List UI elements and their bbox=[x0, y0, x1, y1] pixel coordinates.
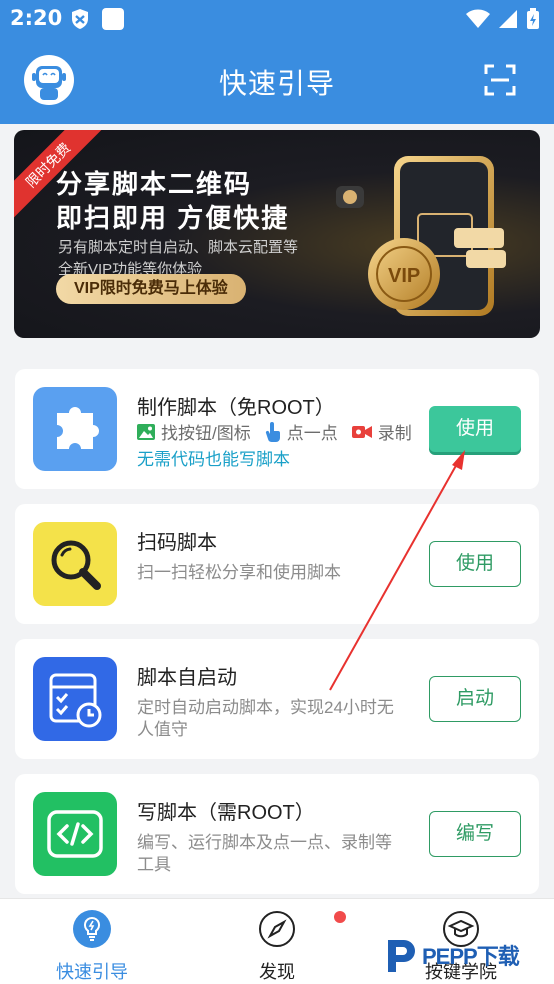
vip-free-trial-button[interactable]: VIP限时免费马上体验 bbox=[56, 274, 246, 304]
card-make-script[interactable]: 制作脚本（免ROOT） 找按钮/图标 点一点 录制 无需代码也能写脚本 使用 bbox=[15, 369, 539, 489]
tab-quick-guide[interactable]: 快速引导 bbox=[32, 909, 152, 984]
feature-tap: 点一点 bbox=[286, 424, 338, 443]
card-title: 制作脚本（免ROOT） bbox=[137, 397, 335, 419]
card-auto-start[interactable]: 脚本自启动 定时自动启动脚本，实现24小时无人值守 启动 bbox=[15, 639, 539, 759]
start-auto-button[interactable]: 启动 bbox=[429, 676, 521, 722]
tab-discover[interactable]: 发现 bbox=[217, 909, 337, 984]
shield-icon bbox=[72, 9, 88, 29]
status-time: 2:20 bbox=[10, 6, 63, 30]
card-description: 扫一扫轻松分享和使用脚本 bbox=[137, 563, 341, 582]
pepp-logo-icon bbox=[388, 940, 415, 972]
svg-text:VIP: VIP bbox=[388, 265, 420, 287]
card-description: 定时自动启动脚本，实现24小时无人值守 bbox=[137, 698, 394, 739]
signal-icon bbox=[499, 10, 517, 28]
battery-icon bbox=[527, 8, 539, 29]
card-description: 编写、运行脚本及点一点、录制等工具 bbox=[137, 833, 392, 874]
card-scan-script[interactable]: 扫码脚本 扫一扫轻松分享和使用脚本 使用 bbox=[15, 504, 539, 624]
vip-banner[interactable]: 限时免费 分享脚本二维码 即扫即用 方便快捷 另有脚本定时自启动、脚本云配置等 … bbox=[14, 130, 540, 338]
compass-icon bbox=[259, 911, 295, 947]
tap-hand-icon bbox=[265, 421, 280, 442]
card-title: 脚本自启动 bbox=[137, 667, 237, 689]
pepp-watermark: PEPP下载 bbox=[384, 936, 520, 974]
use-scan-script-button[interactable]: 使用 bbox=[429, 541, 521, 587]
image-icon bbox=[137, 423, 155, 440]
tab-label: 发现 bbox=[259, 962, 295, 982]
lightbulb-icon bbox=[73, 910, 111, 948]
feature-find-button: 找按钮/图标 bbox=[161, 424, 251, 443]
puzzle-icon bbox=[33, 387, 117, 471]
notification-dot bbox=[334, 911, 346, 923]
record-video-icon bbox=[351, 425, 372, 438]
tab-label: 快速引导 bbox=[56, 962, 128, 982]
magnifier-icon bbox=[33, 522, 117, 606]
status-bar: 2:20 bbox=[0, 0, 554, 38]
banner-title-line1: 分享脚本二维码 bbox=[56, 169, 253, 199]
watermark-text: PEPP下载 bbox=[422, 944, 520, 969]
no-code-link[interactable]: 无需代码也能写脚本 bbox=[137, 445, 290, 470]
page-title: 快速引导 bbox=[218, 68, 335, 99]
schedule-clock-icon bbox=[33, 657, 117, 741]
notification-icon bbox=[102, 8, 124, 30]
code-icon bbox=[33, 792, 117, 876]
write-script-button[interactable]: 编写 bbox=[429, 811, 521, 857]
card-title: 扫码脚本 bbox=[137, 532, 217, 554]
scan-icon[interactable] bbox=[484, 64, 516, 96]
app-header: 快速引导 bbox=[0, 38, 554, 124]
banner-title-line2: 即扫即用 方便快捷 bbox=[56, 203, 290, 233]
card-write-script[interactable]: 写脚本（需ROOT） 编写、运行脚本及点一点、录制等工具 编写 bbox=[15, 774, 539, 894]
use-make-script-button[interactable]: 使用 bbox=[429, 406, 521, 452]
feature-record: 录制 bbox=[377, 424, 412, 443]
feature-row: 找按钮/图标 点一点 录制 bbox=[137, 419, 412, 444]
banner-subtitle-line1: 另有脚本定时自启动、脚本云配置等 bbox=[58, 239, 299, 256]
wifi-icon bbox=[466, 9, 490, 28]
phone-vip-coin-illustration: VIP bbox=[336, 156, 506, 316]
card-title: 写脚本（需ROOT） bbox=[137, 802, 315, 824]
